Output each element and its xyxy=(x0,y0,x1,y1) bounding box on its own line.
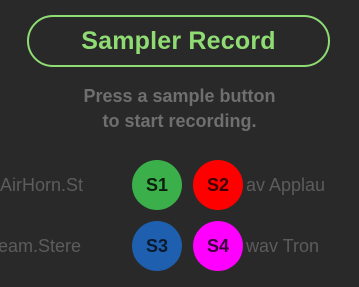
sample-file-name: AirHorn.St xyxy=(0,175,84,195)
instructions-text: Press a sample button to start recording… xyxy=(0,84,359,134)
sample-pad-label: S2 xyxy=(206,174,230,195)
title-label: Sampler Record xyxy=(81,26,276,55)
instructions-line-1: Press a sample button xyxy=(83,86,276,106)
sampler-record-title: Sampler Record xyxy=(27,15,330,67)
sample-file-name: wav Tron xyxy=(246,236,320,256)
sample-row-1: AirHorn.St av Applau S1 S2 xyxy=(0,160,359,210)
sample-pad-s4[interactable]: S4 xyxy=(193,221,243,271)
instructions-line-2: to start recording. xyxy=(102,111,257,131)
sample-pad-s1[interactable]: S1 xyxy=(132,160,182,210)
sample-row-2: eam.Stere wav Tron S3 S4 xyxy=(0,221,359,271)
sample-pad-s2[interactable]: S2 xyxy=(193,160,243,210)
sample-pad-label: S4 xyxy=(206,235,230,256)
sample-file-name: eam.Stere xyxy=(0,236,82,256)
sample-pad-s3[interactable]: S3 xyxy=(132,221,182,271)
sample-pad-label: S3 xyxy=(145,235,169,256)
sample-file-name: av Applau xyxy=(246,175,326,195)
sample-pad-label: S1 xyxy=(145,174,169,195)
